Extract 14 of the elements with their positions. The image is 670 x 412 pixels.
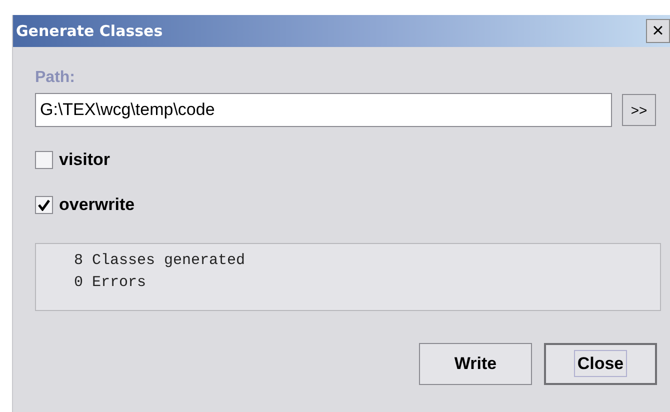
path-label: Path: [35, 69, 76, 87]
window-title: Generate Classes [16, 22, 163, 40]
output-line: 8 Classes generated [74, 252, 246, 269]
close-button[interactable]: × [646, 19, 670, 43]
checkbox-label[interactable]: overwrite [59, 195, 135, 215]
checkbox[interactable] [35, 196, 53, 214]
path-field[interactable]: G:\TEX\wcg\temp\code [35, 93, 612, 127]
output-line: 0 Errors [74, 274, 148, 291]
browse-button[interactable]: >> [622, 94, 656, 126]
dialog-button[interactable]: Close [544, 343, 657, 385]
checkbox[interactable] [35, 151, 53, 169]
check-icon [38, 199, 50, 211]
dialog-button[interactable]: Write [419, 343, 532, 385]
checkbox-label[interactable]: visitor [59, 150, 110, 170]
